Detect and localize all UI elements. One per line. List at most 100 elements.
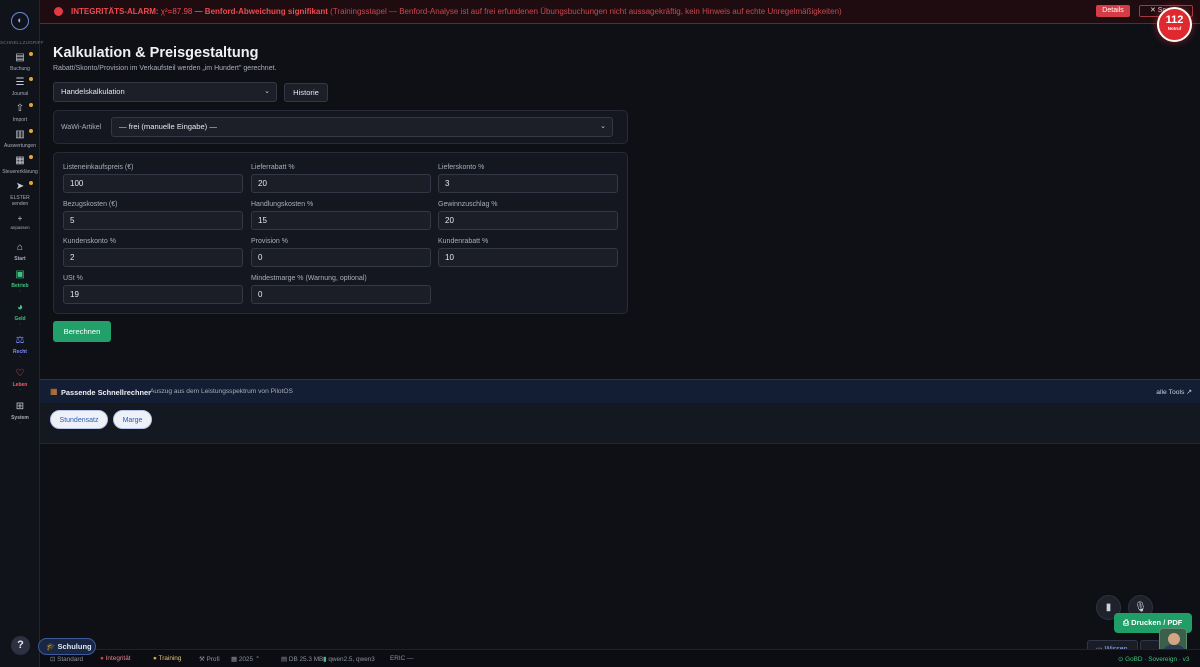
sidebar-item-journal[interactable]: ☰ Journal [0, 77, 40, 97]
sidebar-group-betrieb[interactable]: ▣ Betrieb › [0, 269, 40, 293]
marge-chip[interactable]: Marge [113, 410, 152, 429]
kundenskonto-input[interactable]: 2 [63, 248, 243, 267]
notification-dot [29, 103, 33, 107]
sidebar-item-buchung[interactable]: ▤ Buchung [0, 52, 40, 72]
status-gobd: ⊙ GoBD · Sovereign · v3 [1118, 656, 1190, 663]
sidebar-item-auswertungen[interactable]: ▥ Auswertungen [0, 129, 40, 149]
quick-calculators-title: Passende Schnellrechner [61, 388, 151, 397]
list-icon: ☰ [15, 77, 25, 88]
status-db-size: ▤ DB 25.3 MB [281, 656, 324, 663]
field-label: Lieferrabatt % [251, 164, 295, 171]
field-label: Kundenskonto % [63, 238, 116, 245]
upload-icon: ⇧ [15, 103, 25, 114]
chevron-down-icon: ⌄ [600, 123, 606, 130]
notification-dot [29, 52, 33, 56]
sidebar: ◐ SCHNELLZUGRIFF ▤ Buchung ☰ Journal ⇧ I… [0, 0, 44, 667]
alarm-indicator-icon [54, 7, 63, 16]
notification-dot [29, 155, 33, 159]
listeneinkaufspreis-input[interactable]: 100 [63, 174, 243, 193]
sidebar-heading: SCHNELLZUGRIFF [0, 40, 44, 45]
status-mode-standard[interactable]: ⊡ Standard [50, 655, 83, 663]
stundensatz-chip[interactable]: Stundensatz [50, 410, 108, 429]
notruf-button[interactable]: 112 Notruf [1157, 7, 1192, 42]
document-icon: ▤ [15, 52, 25, 63]
mindestmarge-input[interactable]: 0 [251, 285, 431, 304]
sidebar-group-recht[interactable]: ⚖ Recht › [0, 335, 40, 359]
lieferrabatt-input[interactable]: 20 [251, 174, 431, 193]
sidebar-item-elster[interactable]: ➤ ELSTER senden [0, 181, 40, 207]
calculate-button[interactable]: Berechnen [53, 321, 111, 342]
notruf-label: Notruf [1167, 26, 1182, 31]
sidebar-group-system[interactable]: ⊞ System › [0, 401, 40, 425]
notification-dot [29, 129, 33, 133]
status-profi[interactable]: ⚒ Profi [199, 655, 220, 663]
sidebar-group-start[interactable]: ⌂ Start [0, 242, 40, 262]
heart-pulse-icon: ♡ [15, 368, 25, 379]
alarm-statistic: χ²=87.98 [160, 7, 193, 16]
grid-icon: ⊞ [15, 401, 25, 412]
status-models: ▮ qwen2.5, qwen3 [323, 656, 375, 663]
sidebar-group-geld[interactable]: ◕ Geld › [0, 302, 40, 326]
sidebar-item-import[interactable]: ⇧ Import [0, 103, 40, 123]
quick-calculators-subtitle: Auszug aus dem Leistungsspektrum von Pil… [150, 388, 293, 395]
wawi-label: WaWi-Artikel [61, 124, 102, 131]
bezugskosten-input[interactable]: 5 [63, 211, 243, 230]
field-label: Provision % [251, 238, 288, 245]
plus-icon: + [17, 214, 23, 223]
handlungskosten-input[interactable]: 15 [251, 211, 431, 230]
send-icon: ➤ [15, 181, 25, 192]
field-label: USt % [63, 275, 83, 282]
gavel-icon: ⚖ [15, 335, 25, 346]
field-label: Handlungskosten % [251, 201, 314, 208]
kundenrabatt-input[interactable]: 10 [438, 248, 618, 267]
page-subtitle: Rabatt/Skonto/Provision im Verkaufsteil … [53, 65, 277, 72]
history-button[interactable]: Historie [284, 83, 328, 102]
gewinnzuschlag-input[interactable]: 20 [438, 211, 618, 230]
integrity-alarm-banner: INTEGRITÄTS-ALARM: χ²=87.98 — Benford-Ab… [40, 0, 1200, 24]
lieferskonto-input[interactable]: 3 [438, 174, 618, 193]
notification-dot [29, 181, 33, 185]
wawi-article-select[interactable]: — frei (manuelle Eingabe) — ⌄ [111, 117, 613, 137]
quick-calculators-header: ▦ Passende Schnellrechner Auszug aus dem… [40, 380, 1200, 403]
calculator-icon: ▦ [50, 387, 58, 396]
status-bar: ⊡ Standard ● Integrität ● Training ⚒ Pro… [40, 649, 1200, 667]
home-icon: ⌂ [16, 242, 24, 253]
alarm-title: INTEGRITÄTS-ALARM: [71, 7, 159, 16]
bar-chart-icon: ▥ [15, 129, 25, 140]
ust-input[interactable]: 19 [63, 285, 243, 304]
app-logo-icon[interactable]: ◐ [11, 12, 29, 30]
chevron-down-icon: ⌄ [264, 88, 270, 95]
provision-input[interactable]: 0 [251, 248, 431, 267]
field-label: Mindestmarge % (Warnung, optional) [251, 275, 367, 282]
page-title: Kalkulation & Preisgestaltung [53, 45, 259, 61]
alarm-note: (Trainingsstapel — Benford-Analyse ist a… [330, 7, 842, 16]
help-button[interactable]: ? [11, 636, 30, 655]
alarm-details-button[interactable]: Details [1096, 5, 1130, 17]
field-label: Listeneinkaufspreis (€) [63, 164, 134, 171]
briefcase-icon: ▣ [15, 269, 25, 280]
field-label: Gewinnzuschlag % [438, 201, 498, 208]
piggy-bank-icon: ◕ [16, 302, 24, 313]
printer-icon: ⎙ [1123, 618, 1129, 627]
field-label: Lieferskonto % [438, 164, 485, 171]
status-training[interactable]: ● Training [153, 655, 181, 662]
field-label: Bezugskosten (€) [63, 201, 118, 208]
field-label: Kundenrabatt % [438, 238, 489, 245]
alarm-headline: — Benford-Abweichung signifikant [194, 7, 328, 16]
quick-calculators-panel: ▦ Passende Schnellrechner Auszug aus dem… [40, 379, 1200, 444]
sidebar-group-leben[interactable]: ♡ Leben › [0, 368, 40, 392]
wawi-card: WaWi-Artikel — frei (manuelle Eingabe) —… [53, 110, 628, 144]
graduation-cap-icon: 🎓 [46, 642, 56, 651]
sidebar-item-anpassen[interactable]: + anpassen [0, 213, 40, 231]
calculation-mode-select[interactable]: Handelskalkulation ⌄ [53, 82, 277, 102]
all-tools-link[interactable]: alle Tools ↗ [1156, 388, 1192, 396]
notruf-number: 112 [1165, 14, 1184, 26]
tax-document-icon: ▦ [15, 155, 25, 166]
status-eric: ERIC — [390, 655, 414, 662]
status-year[interactable]: ▦ 2025 ⌃ [231, 655, 260, 663]
schulung-button[interactable]: 🎓 Schulung [38, 638, 96, 655]
sidebar-item-steuererklaerung[interactable]: ▦ Steuererklärung [0, 155, 40, 175]
notification-dot [29, 77, 33, 81]
status-integrity[interactable]: ● Integrität [100, 655, 131, 662]
calculation-form-card: Listeneinkaufspreis (€) 100 Lieferrabatt… [53, 152, 628, 314]
